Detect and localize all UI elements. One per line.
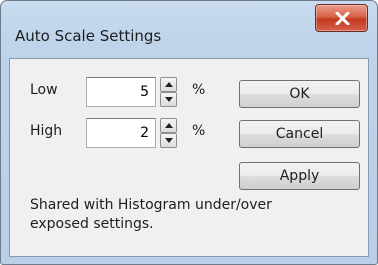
apply-button[interactable]: Apply bbox=[239, 162, 360, 190]
low-input[interactable]: 5 bbox=[86, 77, 156, 107]
title-bar[interactable]: Auto Scale Settings bbox=[1, 1, 377, 51]
settings-note: Shared with Histogram under/over exposed… bbox=[30, 197, 272, 232]
low-spinner[interactable] bbox=[160, 77, 177, 107]
arrow-down-icon bbox=[165, 97, 173, 102]
low-value: 5 bbox=[140, 84, 149, 100]
arrow-up-icon bbox=[165, 123, 173, 128]
ok-button[interactable]: OK bbox=[239, 80, 360, 108]
arrow-down-icon bbox=[165, 138, 173, 143]
low-spin-down-button[interactable] bbox=[160, 92, 177, 107]
dialog-client-area: Low 5 % High 2 % OK Cancel Apply Shared … bbox=[9, 58, 369, 257]
cancel-button[interactable]: Cancel bbox=[239, 120, 360, 148]
high-spin-up-button[interactable] bbox=[160, 118, 177, 133]
close-button[interactable] bbox=[315, 4, 368, 32]
dialog-window: Auto Scale Settings Low 5 % High 2 % OK … bbox=[0, 0, 378, 265]
low-label: Low bbox=[30, 82, 58, 98]
low-unit: % bbox=[192, 82, 206, 98]
arrow-up-icon bbox=[165, 82, 173, 87]
high-value: 2 bbox=[140, 125, 149, 141]
high-label: High bbox=[30, 123, 63, 139]
window-title: Auto Scale Settings bbox=[15, 27, 162, 45]
high-spinner[interactable] bbox=[160, 118, 177, 148]
high-input[interactable]: 2 bbox=[86, 118, 156, 148]
low-spin-up-button[interactable] bbox=[160, 77, 177, 92]
high-spin-down-button[interactable] bbox=[160, 133, 177, 148]
high-unit: % bbox=[192, 123, 206, 139]
close-icon bbox=[335, 12, 350, 25]
